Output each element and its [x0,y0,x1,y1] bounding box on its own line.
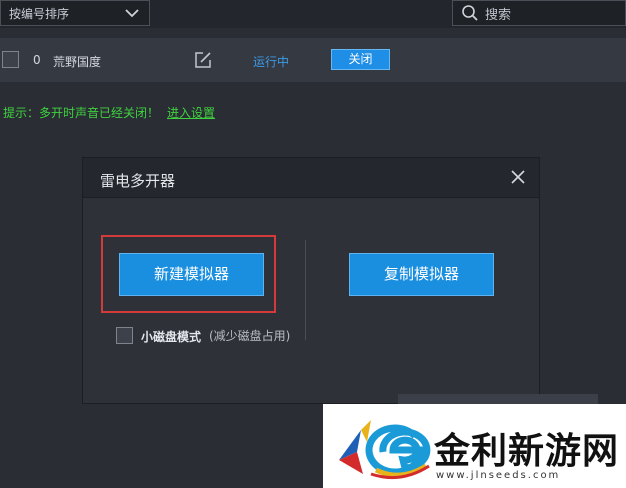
instance-index: 0 [33,53,41,67]
search-input[interactable]: 搜索 [452,0,626,26]
watermark-url: www.jlnseeds.com [436,470,561,481]
instance-status: 运行中 [253,55,290,69]
instance-row: 0 荒野国度 运行中 关闭 [0,38,626,82]
copy-emulator-button[interactable]: 复制模拟器 [349,253,494,296]
watermark-text: 金利新游网 [434,430,620,472]
search-icon [462,5,478,21]
multi-instance-dialog: 雷电多开器 新建模拟器 复制模拟器 小磁盘模式 (减少磁盘占用) [82,157,540,404]
small-disk-checkbox[interactable] [116,327,133,344]
chevron-down-icon [125,9,139,18]
settings-link[interactable]: 进入设置 [167,106,215,120]
sort-dropdown[interactable]: 按编号排序 [0,0,150,26]
edit-icon[interactable] [194,51,212,69]
site-logo-icon [339,420,431,480]
hint-text: 提示：多开时声音已经关闭！ [3,106,160,120]
instance-name: 荒野国度 [53,55,102,69]
dialog-divider [305,240,306,340]
dialog-title: 雷电多开器 [100,172,176,190]
dialog-header: 雷电多开器 [83,158,539,198]
sound-hint: 提示：多开时声音已经关闭！ 进入设置 [3,104,215,121]
site-watermark: 金利新游网 www.jlnseeds.com [323,404,626,488]
multi-instance-manager: 按编号排序 搜索 0 荒野国度 运行中 关闭 提示：多开时声音已经关闭！ 进入设置 [0,0,626,488]
new-emulator-button[interactable]: 新建模拟器 [119,253,264,296]
close-instance-button[interactable]: 关闭 [331,49,390,70]
instance-checkbox[interactable] [2,51,19,68]
search-placeholder: 搜索 [485,7,512,23]
sort-dropdown-label: 按编号排序 [9,6,70,21]
small-disk-note: (减少磁盘占用) [209,329,291,343]
close-icon[interactable] [509,168,527,186]
top-toolbar: 按编号排序 搜索 [0,0,626,28]
